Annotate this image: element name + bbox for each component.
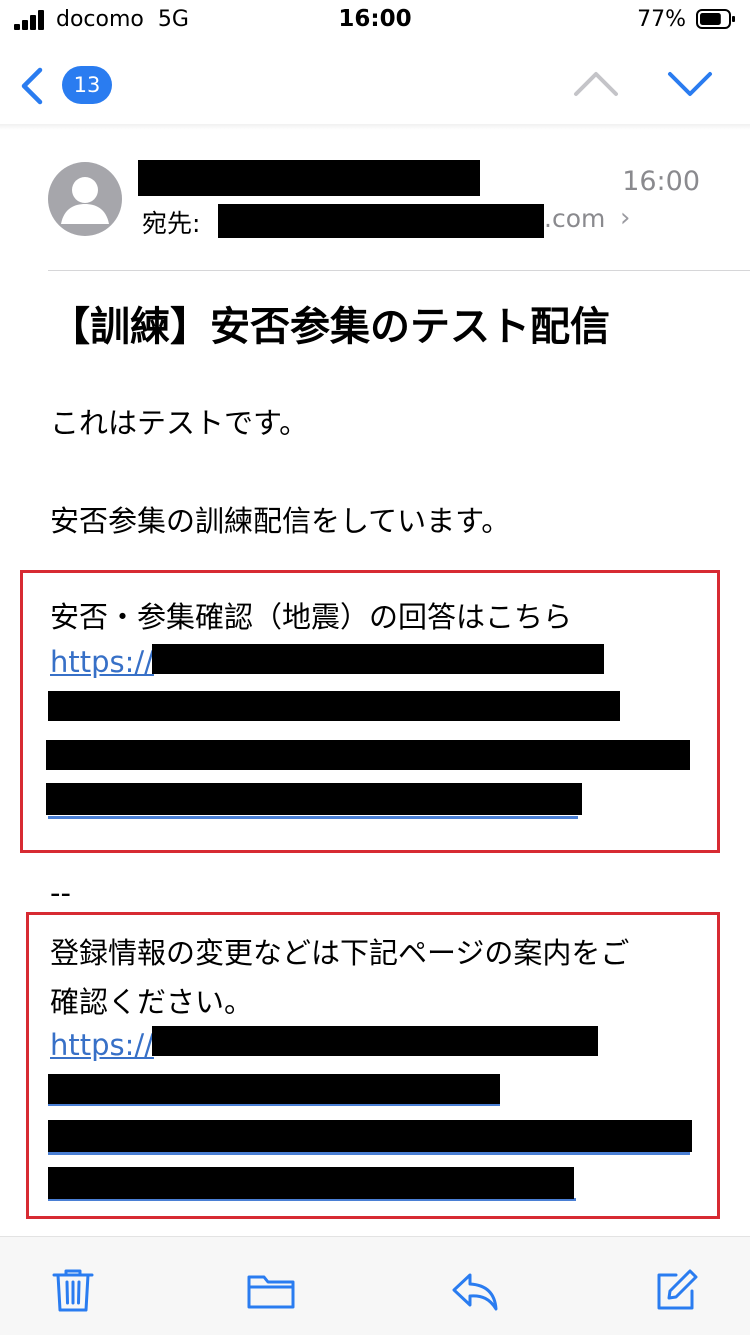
chevron-up-icon[interactable] — [570, 64, 622, 104]
registration-link-redacted-2[interactable] — [48, 1074, 500, 1104]
registration-link-redacted-3[interactable] — [48, 1120, 692, 1152]
registration-line-1: 登録情報の変更などは下記ページの案内をご — [50, 936, 630, 970]
nav-divider — [0, 124, 750, 130]
chevron-down-icon[interactable] — [664, 64, 716, 104]
signature-separator: -- — [50, 876, 71, 910]
bottom-toolbar — [0, 1236, 750, 1335]
registration-link-underline-3 — [48, 1152, 690, 1155]
mail-nav-bar: 13 — [0, 46, 750, 126]
mail-subject: 【訓練】安否参集のテスト配信 — [50, 304, 610, 350]
answer-link-redacted-3[interactable] — [46, 740, 690, 770]
recipient-redacted — [218, 204, 544, 238]
registration-link-redacted-1[interactable] — [152, 1026, 598, 1056]
battery-icon — [696, 9, 735, 29]
sender-name-redacted[interactable] — [138, 160, 480, 196]
battery-percent: 77% — [637, 7, 686, 32]
recipient-domain: .com — [544, 204, 606, 233]
body-line-2: 安否参集の訓練配信をしています。 — [50, 504, 511, 538]
to-label: 宛先: — [142, 209, 201, 238]
reply-icon[interactable] — [450, 1267, 500, 1313]
answer-heading: 安否・参集確認（地震）の回答はこちら — [50, 600, 573, 634]
answer-link-redacted-2[interactable] — [48, 691, 620, 721]
folder-icon[interactable] — [246, 1267, 296, 1313]
answer-link-prefix[interactable]: https:// — [50, 645, 154, 679]
header-divider — [48, 270, 750, 271]
registration-line-2: 確認ください。 — [50, 985, 254, 1019]
person-icon — [61, 177, 109, 224]
answer-link-redacted-1[interactable] — [152, 644, 604, 674]
registration-link-redacted-4[interactable] — [48, 1167, 574, 1199]
mail-time: 16:00 — [622, 166, 700, 197]
answer-link-redacted-4[interactable] — [46, 783, 582, 815]
answer-link-underline-4 — [48, 816, 578, 819]
compose-icon[interactable] — [654, 1267, 700, 1313]
body-line-1: これはテストです。 — [50, 406, 309, 440]
sender-avatar[interactable] — [48, 162, 122, 236]
status-bar: docomo 5G 16:00 77% — [0, 0, 750, 44]
trash-icon[interactable] — [50, 1267, 96, 1313]
unread-count-badge[interactable]: 13 — [62, 66, 112, 104]
registration-link-prefix[interactable]: https:// — [50, 1028, 154, 1062]
back-chevron-icon[interactable] — [14, 62, 54, 110]
chevron-right-icon[interactable]: › — [620, 203, 630, 233]
